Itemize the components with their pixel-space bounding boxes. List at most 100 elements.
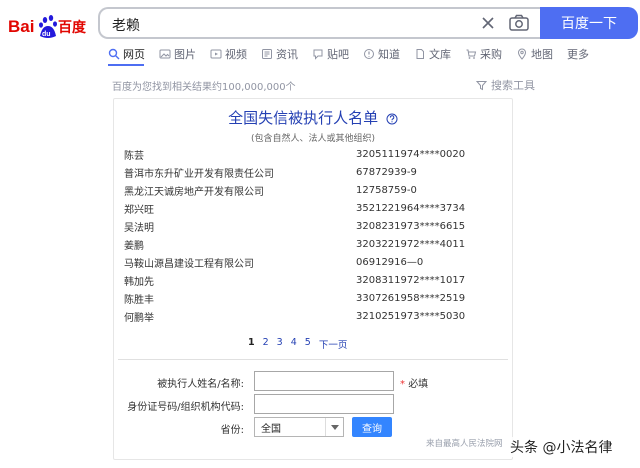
tab-label: 资讯 [276, 48, 298, 61]
debtor-name: 普洱市东升矿业开发有限责任公司 [124, 168, 274, 180]
purchase-icon [466, 49, 477, 59]
help-icon[interactable] [386, 113, 398, 125]
debtor-id: 67872939-9 [356, 166, 417, 178]
tab-label: 视频 [225, 48, 247, 61]
tab-news[interactable]: 资讯 [261, 46, 298, 62]
map-icon [517, 48, 527, 60]
query-button[interactable]: 查询 [352, 417, 392, 437]
debtor-name: 吴法明 [124, 222, 154, 234]
tab-purchase[interactable]: 采购 [465, 46, 502, 62]
divider [118, 359, 508, 360]
debtor-name: 何鹏举 [124, 312, 154, 324]
tab-label: 知道 [378, 48, 400, 61]
tab-label: 文库 [429, 48, 451, 61]
required-hint: * 必填 [400, 375, 428, 390]
search-input[interactable]: 老赖 [112, 15, 140, 35]
search-button[interactable]: 百度一下 [540, 7, 638, 39]
search-tools-button[interactable]: 搜索工具 [476, 77, 535, 93]
province-label: 省份: [220, 425, 244, 436]
debtor-id: 3307261958****2519 [356, 292, 466, 304]
dishonest-debtor-card: 全国失信被执行人名单 (包含自然人、法人或其他组织) 陈芸 3205111974*… [113, 98, 513, 460]
search-tools-label: 搜索工具 [491, 79, 535, 92]
news-icon [262, 49, 272, 59]
table-row[interactable]: 郑兴旺 3521221964****3734 [124, 199, 504, 217]
tab-tieba[interactable]: 贴吧 [312, 46, 349, 62]
table-row[interactable]: 陈胜丰 3307261958****2519 [124, 289, 504, 307]
camera-icon[interactable] [508, 13, 530, 33]
table-row[interactable]: 姜鹏 3203221972****4011 [124, 235, 504, 253]
search-icon [108, 48, 120, 60]
result-count: 百度为您找到相关结果约100,000,000个 [112, 82, 296, 93]
debtor-name-input[interactable] [254, 371, 394, 391]
province-select[interactable]: 全国 [254, 417, 344, 437]
tab-images[interactable]: 图片 [159, 46, 196, 62]
tab-map[interactable]: 地图 [516, 46, 553, 62]
table-row[interactable]: 黑龙江天诚房地产开发有限公司 12758759-0 [124, 181, 504, 199]
debtor-id: 3205111974****0020 [356, 148, 466, 160]
page-5[interactable]: 5 [305, 337, 311, 351]
watermark: 头条 @小法名律 [508, 437, 615, 457]
active-tab-indicator [108, 64, 144, 66]
card-title-text[interactable]: 全国失信被执行人名单 [228, 109, 378, 127]
id-number-input[interactable] [254, 394, 394, 414]
tab-label: 贴吧 [327, 48, 349, 61]
next-page-link[interactable]: 下一页 [319, 337, 348, 351]
close-icon[interactable] [478, 13, 498, 33]
page-3[interactable]: 3 [277, 337, 283, 351]
logo-text-right: 百度 [58, 19, 87, 36]
table-row[interactable]: 吴法明 3208231973****6615 [124, 217, 504, 235]
debtor-id: 12758759-0 [356, 184, 417, 196]
paw-icon: du [39, 15, 57, 38]
search-box[interactable]: 老赖 [98, 7, 540, 39]
vertical-tabs: 网页 图片 视频 资讯 贴吧 知道 文库 采购 地图 更多 [108, 46, 603, 62]
debtor-id: 3208311972****1017 [356, 274, 466, 286]
tab-zhidao[interactable]: 知道 [363, 46, 400, 62]
debtor-list: 陈芸 3205111974****0020 普洱市东升矿业开发有限责任公司 6787… [124, 145, 504, 325]
province-value: 全国 [261, 423, 281, 435]
wenku-icon [416, 49, 424, 59]
required-text: 必填 [408, 379, 429, 390]
tab-label: 采购 [480, 48, 502, 61]
tab-label: 地图 [531, 48, 553, 61]
debtor-name: 姜鹏 [124, 240, 144, 252]
tab-label: 图片 [174, 48, 196, 61]
debtor-name: 陈胜丰 [124, 294, 154, 306]
debtor-name: 郑兴旺 [124, 204, 154, 216]
debtor-id: 3210251973****5030 [356, 310, 466, 322]
table-row[interactable]: 韩加先 3208311972****1017 [124, 271, 504, 289]
page-4[interactable]: 4 [291, 337, 297, 351]
table-row[interactable]: 马鞍山源昌建设工程有限公司 06912916—0 [124, 253, 504, 271]
baidu-logo[interactable]: Bai du 百度 [8, 6, 88, 42]
tab-more[interactable]: 更多 [567, 46, 589, 62]
debtor-id: 3521221964****3734 [356, 202, 466, 214]
name-label: 被执行人姓名/名称: [157, 379, 244, 390]
tieba-icon [313, 49, 323, 60]
tab-wenku[interactable]: 文库 [414, 46, 451, 62]
debtor-id: 3208231973****6615 [356, 220, 466, 232]
tab-video[interactable]: 视频 [210, 46, 247, 62]
page-1[interactable]: 1 [248, 337, 255, 351]
logo-paw-text: du [42, 31, 51, 38]
table-row[interactable]: 陈芸 3205111974****0020 [124, 145, 504, 163]
card-title: 全国失信被执行人名单 [114, 107, 512, 128]
debtor-name: 马鞍山源昌建设工程有限公司 [124, 258, 254, 270]
table-row[interactable]: 何鹏举 3210251973****5030 [124, 307, 504, 325]
video-icon [210, 49, 222, 59]
filter-icon [476, 80, 487, 90]
debtor-name: 韩加先 [124, 276, 154, 288]
source-link[interactable]: 来自最高人民法院网 [426, 437, 503, 449]
id-label: 身份证号码/组织机构代码: [127, 402, 244, 413]
chevron-down-icon[interactable] [325, 418, 343, 436]
table-row[interactable]: 普洱市东升矿业开发有限责任公司 67872939-9 [124, 163, 504, 181]
logo-text-left: Bai [8, 17, 34, 36]
required-star: * [400, 379, 405, 390]
debtor-id: 06912916—0 [356, 256, 424, 268]
tab-web[interactable]: 网页 [108, 46, 145, 62]
debtor-id: 3203221972****4011 [356, 238, 466, 250]
debtor-name: 黑龙江天诚房地产开发有限公司 [124, 186, 264, 198]
page-2[interactable]: 2 [263, 337, 269, 351]
debtor-name: 陈芸 [124, 150, 144, 162]
tab-label: 网页 [123, 48, 145, 61]
card-subtitle: (包含自然人、法人或其他组织) [250, 134, 376, 144]
pagination: 1 2 3 4 5 下一页 [248, 337, 355, 351]
